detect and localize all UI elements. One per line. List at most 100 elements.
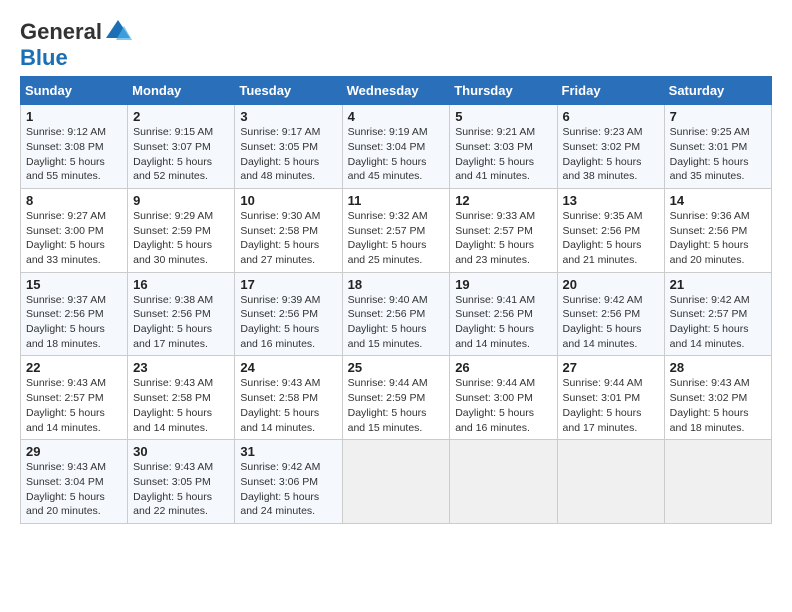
day-info: Sunrise: 9:32 AM Sunset: 2:57 PM Dayligh… [348,210,428,266]
day-info: Sunrise: 9:33 AM Sunset: 2:57 PM Dayligh… [455,210,535,266]
calendar-cell: 22Sunrise: 9:43 AM Sunset: 2:57 PM Dayli… [21,356,128,440]
calendar-cell: 29 Sunrise: 9:43 AM Sunset: 3:04 PM Dayli… [21,440,128,524]
calendar-cell [450,440,557,524]
day-number: 13 [563,193,659,208]
weekday-header-sunday: Sunday [21,77,128,105]
day-number: 3 [240,109,336,124]
day-info: Sunrise: 9:44 AM Sunset: 3:00 PM Dayligh… [455,377,535,433]
calendar-cell: 31 Sunrise: 9:42 AM Sunset: 3:06 PM Dayli… [235,440,342,524]
day-info: Sunrise: 9:40 AM Sunset: 2:56 PM Dayligh… [348,294,428,350]
day-number: 7 [670,109,766,124]
weekday-header-thursday: Thursday [450,77,557,105]
day-number: 1 [26,109,122,124]
calendar-cell: 20 Sunrise: 9:42 AM Sunset: 2:56 PM Dayli… [557,272,664,356]
day-info: Sunrise: 9:15 AM Sunset: 3:07 PM Dayligh… [133,126,213,182]
day-info: Sunrise: 9:30 AM Sunset: 2:58 PM Dayligh… [240,210,320,266]
day-info: Sunrise: 9:42 AM Sunset: 3:06 PM Dayligh… [240,461,320,517]
calendar-cell: 10 Sunrise: 9:30 AM Sunset: 2:58 PM Dayli… [235,188,342,272]
day-info: Sunrise: 9:21 AM Sunset: 3:03 PM Dayligh… [455,126,535,182]
calendar-cell: 6 Sunrise: 9:23 AM Sunset: 3:02 PM Daylig… [557,105,664,189]
logo-text: General [20,20,102,44]
day-number: 16 [133,277,229,292]
calendar-cell: 25 Sunrise: 9:44 AM Sunset: 2:59 PM Dayli… [342,356,450,440]
day-number: 26 [455,360,551,375]
weekday-header-saturday: Saturday [664,77,771,105]
logo-icon [104,18,132,46]
day-info: Sunrise: 9:41 AM Sunset: 2:56 PM Dayligh… [455,294,535,350]
day-number: 27 [563,360,659,375]
calendar-cell: 3 Sunrise: 9:17 AM Sunset: 3:05 PM Daylig… [235,105,342,189]
day-info: Sunrise: 9:42 AM Sunset: 2:56 PM Dayligh… [563,294,643,350]
day-number: 28 [670,360,766,375]
calendar-cell: 2 Sunrise: 9:15 AM Sunset: 3:07 PM Daylig… [128,105,235,189]
calendar-cell: 19 Sunrise: 9:41 AM Sunset: 2:56 PM Dayli… [450,272,557,356]
day-info: Sunrise: 9:29 AM Sunset: 2:59 PM Dayligh… [133,210,213,266]
calendar-cell: 28 Sunrise: 9:43 AM Sunset: 3:02 PM Dayli… [664,356,771,440]
calendar-cell: 21 Sunrise: 9:42 AM Sunset: 2:57 PM Dayli… [664,272,771,356]
day-number: 19 [455,277,551,292]
weekday-header-wednesday: Wednesday [342,77,450,105]
day-info: Sunrise: 9:25 AM Sunset: 3:01 PM Dayligh… [670,126,750,182]
calendar-cell: 11Sunrise: 9:32 AM Sunset: 2:57 PM Dayli… [342,188,450,272]
day-number: 31 [240,444,336,459]
day-number: 18 [348,277,445,292]
calendar-cell: 26 Sunrise: 9:44 AM Sunset: 3:00 PM Dayli… [450,356,557,440]
weekday-header-monday: Monday [128,77,235,105]
day-info: Sunrise: 9:43 AM Sunset: 3:05 PM Dayligh… [133,461,213,517]
calendar-cell: 4 Sunrise: 9:19 AM Sunset: 3:04 PM Daylig… [342,105,450,189]
calendar-cell: 24 Sunrise: 9:43 AM Sunset: 2:58 PM Dayli… [235,356,342,440]
day-number: 4 [348,109,445,124]
day-number: 10 [240,193,336,208]
day-number: 29 [26,444,122,459]
day-info: Sunrise: 9:39 AM Sunset: 2:56 PM Dayligh… [240,294,320,350]
calendar-cell: 16 Sunrise: 9:38 AM Sunset: 2:56 PM Dayli… [128,272,235,356]
day-info: Sunrise: 9:43 AM Sunset: 2:58 PM Dayligh… [133,377,213,433]
calendar-cell: 15 Sunrise: 9:37 AM Sunset: 2:56 PM Dayli… [21,272,128,356]
day-number: 15 [26,277,122,292]
calendar-cell: 18 Sunrise: 9:40 AM Sunset: 2:56 PM Dayli… [342,272,450,356]
weekday-header-friday: Friday [557,77,664,105]
logo: General Blue [20,18,132,70]
day-number: 21 [670,277,766,292]
calendar-cell: 1 Sunrise: 9:12 AM Sunset: 3:08 PM Daylig… [21,105,128,189]
day-number: 2 [133,109,229,124]
day-number: 23 [133,360,229,375]
day-number: 20 [563,277,659,292]
calendar-cell [664,440,771,524]
day-info: Sunrise: 9:37 AM Sunset: 2:56 PM Dayligh… [26,294,106,350]
day-number: 22 [26,360,122,375]
day-info: Sunrise: 9:43 AM Sunset: 2:58 PM Dayligh… [240,377,320,433]
day-info: Sunrise: 9:43 AM Sunset: 3:02 PM Dayligh… [670,377,750,433]
day-number: 30 [133,444,229,459]
day-info: Sunrise: 9:36 AM Sunset: 2:56 PM Dayligh… [670,210,750,266]
day-number: 17 [240,277,336,292]
calendar-cell: 9 Sunrise: 9:29 AM Sunset: 2:59 PM Daylig… [128,188,235,272]
day-info: Sunrise: 9:35 AM Sunset: 2:56 PM Dayligh… [563,210,643,266]
day-number: 14 [670,193,766,208]
day-number: 25 [348,360,445,375]
day-info: Sunrise: 9:42 AM Sunset: 2:57 PM Dayligh… [670,294,750,350]
calendar-cell [557,440,664,524]
calendar-cell: 5Sunrise: 9:21 AM Sunset: 3:03 PM Daylig… [450,105,557,189]
calendar-cell [342,440,450,524]
day-info: Sunrise: 9:44 AM Sunset: 3:01 PM Dayligh… [563,377,643,433]
day-info: Sunrise: 9:38 AM Sunset: 2:56 PM Dayligh… [133,294,213,350]
day-number: 24 [240,360,336,375]
calendar-table: SundayMondayTuesdayWednesdayThursdayFrid… [20,76,772,524]
calendar-cell: 17 Sunrise: 9:39 AM Sunset: 2:56 PM Dayli… [235,272,342,356]
calendar-cell: 23 Sunrise: 9:43 AM Sunset: 2:58 PM Dayli… [128,356,235,440]
calendar-cell: 30 Sunrise: 9:43 AM Sunset: 3:05 PM Dayli… [128,440,235,524]
day-info: Sunrise: 9:44 AM Sunset: 2:59 PM Dayligh… [348,377,428,433]
day-number: 8 [26,193,122,208]
calendar-cell: 13 Sunrise: 9:35 AM Sunset: 2:56 PM Dayli… [557,188,664,272]
day-number: 6 [563,109,659,124]
day-info: Sunrise: 9:12 AM Sunset: 3:08 PM Dayligh… [26,126,106,182]
day-info: Sunrise: 9:43 AM Sunset: 3:04 PM Dayligh… [26,461,106,517]
day-info: Sunrise: 9:17 AM Sunset: 3:05 PM Dayligh… [240,126,320,182]
weekday-header-tuesday: Tuesday [235,77,342,105]
day-number: 12 [455,193,551,208]
day-info: Sunrise: 9:23 AM Sunset: 3:02 PM Dayligh… [563,126,643,182]
day-number: 9 [133,193,229,208]
calendar-cell: 7 Sunrise: 9:25 AM Sunset: 3:01 PM Daylig… [664,105,771,189]
day-info: Sunrise: 9:19 AM Sunset: 3:04 PM Dayligh… [348,126,428,182]
